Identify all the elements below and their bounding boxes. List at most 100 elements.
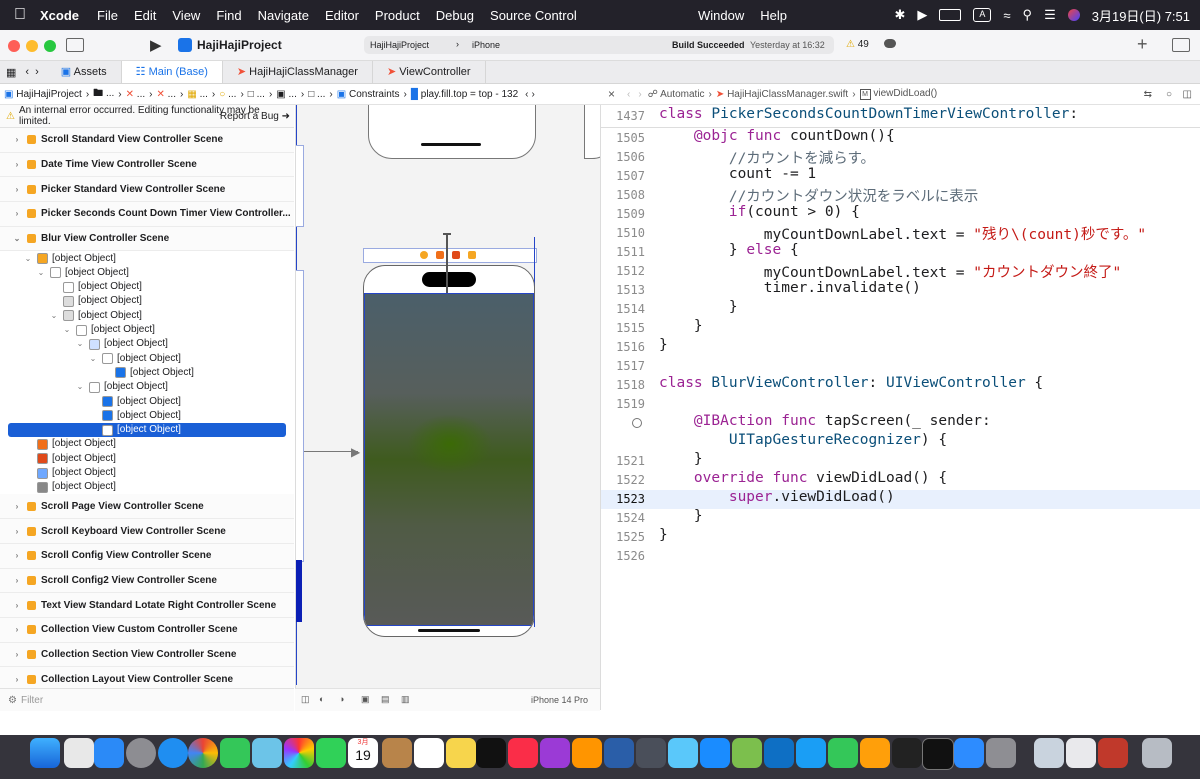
ibaction-connection-icon[interactable] — [632, 418, 642, 428]
numbers-icon[interactable] — [828, 738, 858, 768]
code-line[interactable]: //カウントダウン状況をラベルに表示 — [659, 185, 978, 206]
menu-debug[interactable]: Debug — [428, 8, 482, 23]
textedit-icon[interactable] — [1066, 738, 1096, 768]
controller-crumb[interactable]: ○ ... — [215, 89, 240, 100]
play-fill-image[interactable] — [407, 414, 493, 474]
forward-arrow-icon[interactable]: › — [634, 89, 647, 100]
pages-icon[interactable] — [860, 738, 890, 768]
forward-arrow-icon[interactable]: › — [32, 66, 47, 78]
chrome-icon[interactable] — [188, 738, 218, 768]
file-crumb[interactable]: ➤ HajiHajiClassManager.swift — [716, 89, 848, 100]
trash-icon[interactable] — [1142, 738, 1172, 768]
outline-scene[interactable]: › Collection Layout View Controller Scene — [0, 667, 294, 688]
tab-classmanager[interactable]: ➤ HajiHajiClassManager — [223, 61, 373, 83]
code-line[interactable]: @objc func countDown(){ — [659, 128, 895, 144]
battery-icon[interactable] — [939, 9, 962, 21]
outline-node[interactable]: ⌄ [object Object] — [0, 323, 294, 337]
outline-scene[interactable]: › Scroll Config View Controller Scene — [0, 543, 294, 569]
code-line[interactable]: count -= 1 — [659, 166, 816, 182]
embed-icon[interactable]: ▣ — [361, 694, 370, 705]
exit-icon[interactable] — [452, 251, 460, 259]
filter-input[interactable]: Filter — [21, 695, 43, 706]
warnings-badge[interactable]: ⚠ 49 — [846, 39, 869, 50]
outline-scene[interactable]: › Scroll Config2 View Controller Scene — [0, 568, 294, 594]
menu-help[interactable]: Help — [752, 8, 795, 23]
chevron-right-icon[interactable]: › — [12, 202, 22, 225]
outline-scene[interactable]: › Collection Section View Controller Scen… — [0, 642, 294, 668]
outline-node[interactable]: ⌄ [object Object] — [0, 309, 294, 323]
close-window-button[interactable] — [8, 40, 20, 52]
back-arrow-icon[interactable]: ‹ — [22, 66, 32, 78]
tab-main-storyboard[interactable]: ☷ Main (Base) — [121, 61, 223, 83]
outline-node[interactable]: ⌄ [object Object] — [0, 337, 294, 351]
outline-scene[interactable]: › Date Time View Controller Scene — [0, 152, 294, 178]
chevron-down-icon[interactable]: ⌄ — [75, 337, 85, 351]
code-line[interactable]: } — [659, 451, 703, 467]
outline-node[interactable]: ⌄ [object Object] — [0, 352, 294, 366]
maps-icon[interactable] — [252, 738, 282, 768]
menu-window[interactable]: Window — [690, 8, 752, 23]
chevron-right-icon[interactable]: › — [12, 668, 22, 688]
zoom-icon[interactable] — [954, 738, 984, 768]
chevron-down-icon[interactable]: ⌄ — [75, 380, 85, 394]
folder-crumb[interactable]: 🖿 ... — [89, 86, 118, 103]
gesture-icon[interactable] — [468, 251, 476, 259]
zoom-window-button[interactable] — [44, 40, 56, 52]
chevron-right-icon[interactable]: › — [12, 153, 22, 176]
source-editor[interactable]: 1437 class PickerSecondsCountDownTimerVi… — [600, 105, 1200, 710]
menu-edit[interactable]: Edit — [126, 8, 164, 23]
xcode-icon[interactable] — [604, 738, 634, 768]
device-selector[interactable]: iPhone — [472, 40, 500, 50]
blur-scene-iphone[interactable] — [363, 265, 535, 637]
code-line[interactable]: } — [659, 337, 668, 353]
outline-node[interactable]: [object Object] — [0, 280, 294, 294]
device-config[interactable]: iPhone 14 Pro — [531, 695, 588, 705]
outline-node[interactable]: [object Object] — [0, 480, 294, 494]
symbol-crumb[interactable]: M viewDidLoad() — [859, 88, 937, 100]
messages-icon[interactable] — [220, 738, 250, 768]
effect-crumb[interactable]: ▣ ... — [272, 89, 301, 100]
first-responder-icon[interactable] — [436, 251, 444, 259]
outline-node[interactable]: [object Object] — [0, 394, 294, 408]
app-store-icon[interactable] — [700, 738, 730, 768]
chevron-down-icon[interactable]: ⌄ — [12, 227, 22, 250]
calendar-icon[interactable]: 3月 19 — [348, 738, 378, 768]
code-line[interactable]: } — [659, 527, 668, 543]
inspector-toggle-icon[interactable] — [1172, 38, 1190, 52]
outline-node[interactable]: ⌄ [object Object] — [0, 251, 294, 265]
outline-scene[interactable]: › Text View Standard Lotate Right Control… — [0, 593, 294, 618]
code-line[interactable]: override func viewDidLoad() { — [659, 470, 947, 486]
jump-forward-icon[interactable]: › — [531, 89, 534, 100]
code-line[interactable]: } — [659, 508, 703, 524]
menu-editor[interactable]: Editor — [317, 8, 367, 23]
chevron-right-icon[interactable]: › — [12, 495, 22, 518]
minimize-window-button[interactable] — [26, 40, 38, 52]
close-editor-icon[interactable]: × — [600, 87, 623, 101]
code-line[interactable]: myCountDownLabel.text = "残り\(count)秒です。" — [659, 223, 1146, 244]
chevron-down-icon[interactable]: ⌄ — [62, 323, 72, 337]
scheme-selector[interactable]: HajiHajiProject — [370, 40, 429, 50]
safari-icon[interactable] — [158, 738, 188, 768]
apple-menu-icon[interactable]:  — [0, 6, 40, 24]
code-line[interactable]: class BlurViewController: UIViewControll… — [659, 375, 1043, 391]
update-frames-icon[interactable]: ◑ — [339, 694, 344, 704]
preview-icon[interactable] — [1034, 738, 1064, 768]
siri-icon[interactable] — [1067, 9, 1080, 21]
project-crumb[interactable]: ▣ HajiHajiProject — [0, 89, 86, 100]
contacts-icon[interactable] — [382, 738, 412, 768]
controller-icon[interactable] — [420, 251, 428, 259]
code-line[interactable]: @IBAction func tapScreen(_ sender: — [659, 413, 991, 429]
app-menu[interactable]: Xcode — [40, 8, 89, 23]
code-line[interactable]: } else { — [659, 242, 799, 258]
run-button-icon[interactable]: ▶ — [150, 36, 162, 54]
keynote-icon[interactable] — [796, 738, 826, 768]
chevron-right-icon[interactable]: › — [12, 520, 22, 543]
add-library-icon[interactable]: + — [1137, 34, 1148, 55]
subview-crumb[interactable]: □ ... — [304, 89, 329, 100]
books-icon[interactable] — [572, 738, 602, 768]
terminal-icon[interactable] — [922, 738, 954, 770]
constraint-line[interactable] — [446, 233, 448, 293]
github-icon[interactable] — [892, 738, 922, 768]
simulator-icon[interactable] — [668, 738, 698, 768]
constraints-crumb[interactable]: ▣ Constraints — [333, 89, 404, 100]
